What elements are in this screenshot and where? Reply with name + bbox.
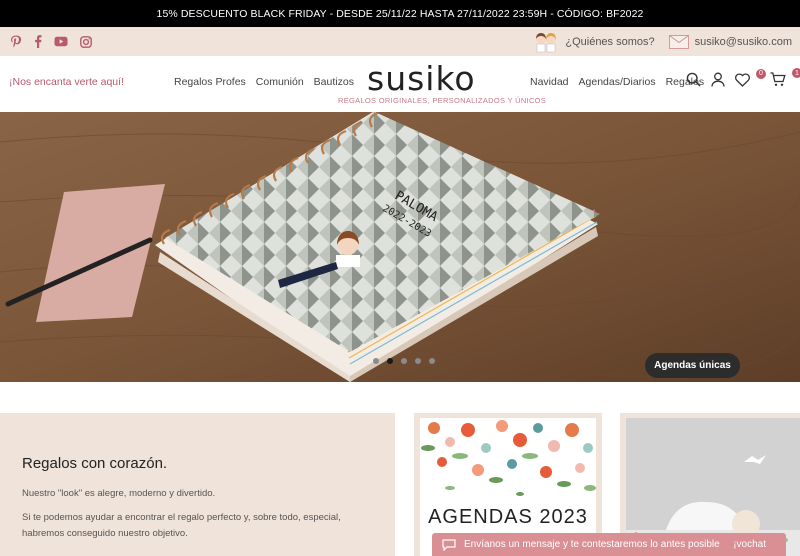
- about-link[interactable]: ¿Quiénes somos?: [565, 36, 654, 48]
- facebook-icon[interactable]: [34, 35, 42, 48]
- slider-dot[interactable]: [373, 358, 379, 364]
- mail-icon: [668, 34, 689, 49]
- intro-paragraph-2: Si te podemos ayudar a encontrar el rega…: [22, 512, 341, 539]
- cart-count-badge: 1: [792, 68, 800, 78]
- chat-widget[interactable]: Envíanos un mensaje y te contestaremos l…: [432, 533, 786, 556]
- nav-right: Navidad Agendas/Diarios Regalos: [530, 76, 704, 88]
- founders-avatar-icon: [533, 31, 559, 53]
- pinterest-icon[interactable]: [10, 35, 22, 48]
- chat-message: Envíanos un mensaje y te contestaremos l…: [464, 539, 720, 550]
- slider-dot[interactable]: [415, 358, 421, 364]
- social-links: [8, 35, 92, 48]
- logo-subtitle: REGALOS ORIGINALES, PERSONALIZADOS Y ÚNI…: [338, 96, 547, 105]
- header-icons: 0 1: [686, 68, 800, 87]
- chat-brand: ¡vochat: [733, 539, 766, 550]
- agendas-title: AGENDAS 2023: [428, 506, 588, 528]
- section-spacer: [0, 382, 800, 412]
- slider-dot[interactable]: [429, 358, 435, 364]
- email-link[interactable]: susiko@susiko.com: [695, 36, 792, 48]
- wishlist-count-badge: 0: [756, 68, 766, 79]
- logo-text: susiko: [367, 59, 476, 98]
- slider-dot-active[interactable]: [387, 358, 393, 364]
- intro-paragraph-1: Nuestro "look" es alegre, moderno y dive…: [22, 488, 216, 499]
- nav-item-regalos-profes[interactable]: Regalos Profes: [174, 76, 246, 88]
- hero-image: PALOMA 2022-2023: [0, 112, 800, 382]
- nav-item-bautizos[interactable]: Bautizos: [314, 76, 354, 88]
- intro-heading: Regalos con corazón.: [22, 455, 168, 472]
- hero-cta-button[interactable]: Agendas únicas: [645, 353, 740, 378]
- nav-item-comunion[interactable]: Comunión: [256, 76, 304, 88]
- cart-icon[interactable]: 1: [770, 68, 800, 87]
- site-logo[interactable]: susiko: [367, 61, 497, 97]
- site-header: ¡Nos encanta verte aquí! Regalos Profes …: [0, 56, 800, 112]
- search-icon[interactable]: [686, 72, 701, 87]
- top-right-links: ¿Quiénes somos? susiko@susiko.com: [533, 31, 792, 53]
- header-tagline: ¡Nos encanta verte aquí!: [9, 76, 124, 88]
- slider-dots: [373, 358, 435, 364]
- hero-slider[interactable]: PALOMA 2022-2023 Agendas únicas: [0, 112, 800, 382]
- slider-dot[interactable]: [401, 358, 407, 364]
- nav-item-agendas[interactable]: Agendas/Diarios: [579, 76, 656, 88]
- nav-item-navidad[interactable]: Navidad: [530, 76, 569, 88]
- intro-section: Regalos con corazón. Nuestro "look" es a…: [0, 413, 395, 556]
- promo-bar: 15% DESCUENTO BLACK FRIDAY - DESDE 25/11…: [0, 0, 800, 27]
- wishlist-icon[interactable]: 0: [735, 68, 766, 87]
- youtube-icon[interactable]: [54, 36, 68, 47]
- chat-icon: [442, 538, 456, 551]
- instagram-icon[interactable]: [80, 35, 92, 48]
- floral-decoration: [421, 420, 596, 496]
- top-bar: ¿Quiénes somos? susiko@susiko.com: [0, 27, 800, 56]
- nav-left: Regalos Profes Comunión Bautizos: [174, 76, 354, 88]
- promo-text: 15% DESCUENTO BLACK FRIDAY - DESDE 25/11…: [156, 7, 644, 20]
- account-icon[interactable]: [711, 72, 725, 87]
